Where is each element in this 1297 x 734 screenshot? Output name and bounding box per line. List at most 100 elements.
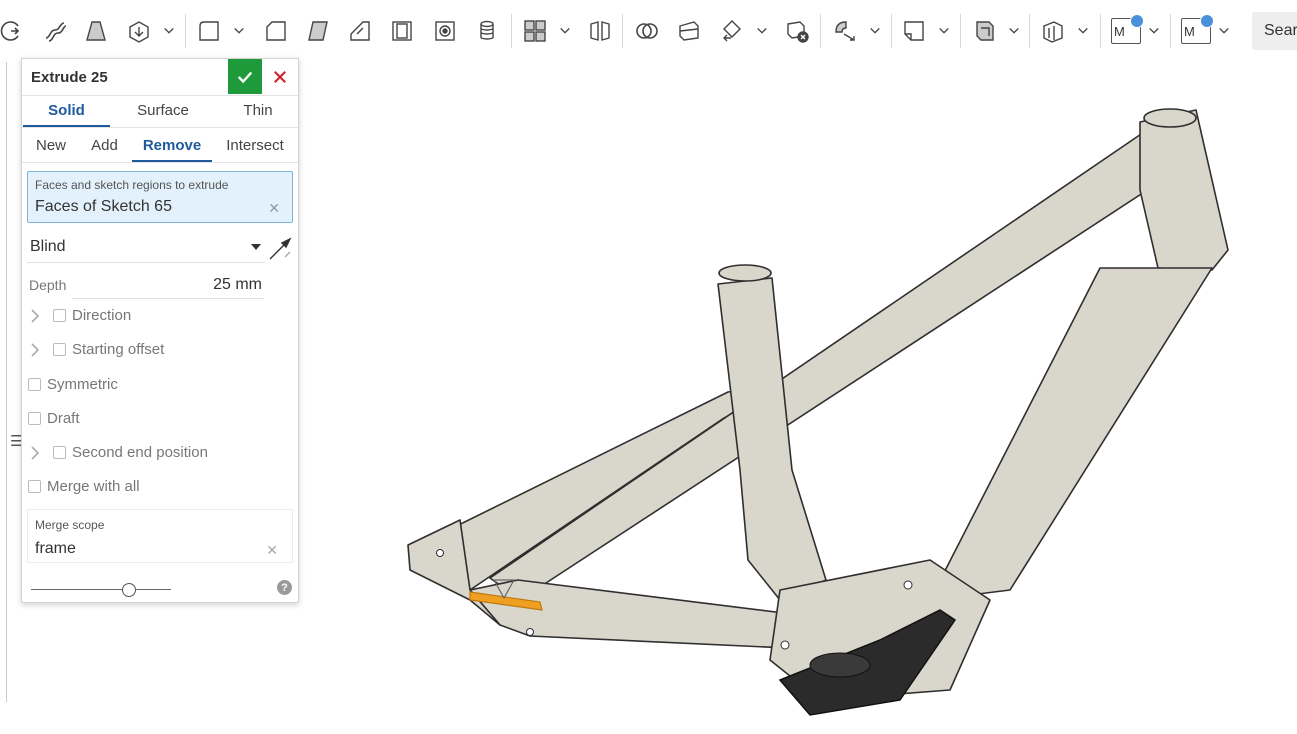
help-icon[interactable]: ? xyxy=(277,580,292,595)
symmetric-checkbox[interactable] xyxy=(28,378,41,391)
tab-remove[interactable]: Remove xyxy=(132,130,212,162)
detail-slider-thumb[interactable] xyxy=(122,583,136,597)
boolean-icon[interactable] xyxy=(632,16,662,46)
motor-bore xyxy=(809,652,871,678)
mirror-icon[interactable] xyxy=(585,16,615,46)
close-icon xyxy=(274,70,286,83)
thicken-icon[interactable] xyxy=(124,16,154,46)
starting-offset-label: Starting offset xyxy=(72,341,165,358)
rib-icon[interactable] xyxy=(345,16,375,46)
head-tube-top xyxy=(1143,108,1197,128)
second-end-option: Second end position xyxy=(22,440,298,466)
chamfer-icon[interactable] xyxy=(261,16,291,46)
merge-all-checkbox[interactable] xyxy=(28,480,41,493)
merge-scope-label: Merge scope xyxy=(35,518,105,532)
symmetric-label: Symmetric xyxy=(47,376,118,393)
cancel-button[interactable] xyxy=(267,59,293,94)
sweep-icon[interactable] xyxy=(40,16,70,46)
tab-thin[interactable]: Thin xyxy=(218,95,298,125)
toolbar-divider xyxy=(1100,14,1101,48)
chevron-down-icon[interactable] xyxy=(558,24,572,38)
chevron-down-icon[interactable] xyxy=(162,24,176,38)
graphics-viewport[interactable] xyxy=(300,62,1297,729)
chevron-right-icon[interactable] xyxy=(30,309,40,323)
custom-feature-label: M xyxy=(1114,23,1125,39)
clear-selection-icon[interactable]: ✕ xyxy=(268,200,280,217)
chevron-down-icon[interactable] xyxy=(868,24,882,38)
custom-feature-icon[interactable]: M xyxy=(1111,14,1144,44)
starting-offset-checkbox[interactable] xyxy=(53,343,66,356)
clear-selection-icon[interactable]: ✕ xyxy=(266,542,278,559)
seat-tube-top xyxy=(718,264,772,282)
custom-feature-icon[interactable]: M xyxy=(1181,14,1214,44)
extrude-dialog: Extrude 25 Solid Surface Thin New Add Re… xyxy=(21,58,299,603)
chevron-down-icon[interactable] xyxy=(1076,24,1090,38)
chevron-down-icon[interactable] xyxy=(755,24,769,38)
draft-icon[interactable] xyxy=(303,16,333,46)
faces-selection-field[interactable]: Faces and sketch regions to extrude Face… xyxy=(27,171,293,223)
left-rail xyxy=(6,62,7,702)
check-icon xyxy=(237,71,253,83)
faces-field-value: Faces of Sketch 65 xyxy=(35,198,172,215)
tab-surface[interactable]: Surface xyxy=(118,95,208,125)
search-tools-button[interactable]: Sear xyxy=(1252,12,1297,50)
merge-all-label: Merge with all xyxy=(47,478,140,495)
thread-icon[interactable] xyxy=(472,16,502,46)
tab-add[interactable]: Add xyxy=(82,130,127,160)
notification-dot xyxy=(1130,14,1144,28)
head-tube xyxy=(1139,109,1229,271)
flip-direction-icon[interactable] xyxy=(268,237,294,261)
bike-frame-model[interactable] xyxy=(300,62,1297,729)
end-type-value: Blind xyxy=(30,238,66,255)
draft-checkbox[interactable] xyxy=(28,412,41,425)
direction-checkbox[interactable] xyxy=(53,309,66,322)
chevron-down-icon[interactable] xyxy=(1217,24,1231,38)
depth-value: 25 mm xyxy=(213,276,262,293)
chevron-down-icon[interactable] xyxy=(232,24,246,38)
linear-pattern-icon[interactable] xyxy=(520,16,550,46)
plane-icon[interactable] xyxy=(899,16,929,46)
modify-fillet-icon[interactable] xyxy=(830,16,860,46)
detail-slider-track[interactable] xyxy=(31,589,171,590)
chevron-down-icon[interactable] xyxy=(1007,24,1021,38)
split-icon[interactable] xyxy=(674,16,704,46)
chevron-down-icon[interactable] xyxy=(1147,24,1161,38)
delete-part-icon[interactable] xyxy=(782,16,812,46)
chevron-right-icon[interactable] xyxy=(30,446,40,460)
toolbar-divider xyxy=(622,14,623,48)
custom-feature-label: M xyxy=(1184,23,1195,39)
starting-offset-option: Starting offset xyxy=(22,337,298,363)
tab-new[interactable]: New xyxy=(26,130,76,160)
draft-label: Draft xyxy=(47,410,80,427)
operation-tabs: New Add Remove Intersect xyxy=(22,130,298,163)
tab-solid[interactable]: Solid xyxy=(23,95,110,127)
second-end-checkbox[interactable] xyxy=(53,446,66,459)
transform-icon[interactable] xyxy=(717,16,747,46)
end-type-select[interactable]: Blind xyxy=(27,233,265,263)
toolbar-divider xyxy=(960,14,961,48)
depth-input[interactable]: 25 mm xyxy=(72,271,264,299)
chevron-right-icon[interactable] xyxy=(30,343,40,357)
tab-intersect[interactable]: Intersect xyxy=(218,130,292,160)
direction-option: Direction xyxy=(22,303,298,329)
depth-label: Depth xyxy=(29,277,67,293)
dialog-header: Extrude 25 xyxy=(22,59,298,96)
faces-field-label: Faces and sketch regions to extrude xyxy=(35,178,229,192)
loft-icon[interactable] xyxy=(81,16,111,46)
sheet-metal-icon[interactable] xyxy=(969,16,999,46)
frame-icon[interactable] xyxy=(1038,16,1068,46)
hole-icon[interactable] xyxy=(430,16,460,46)
merge-all-option: Merge with all xyxy=(22,474,298,500)
accept-button[interactable] xyxy=(228,59,262,94)
shell-icon[interactable] xyxy=(387,16,417,46)
bolt-hole xyxy=(903,580,913,590)
merge-scope-field[interactable]: Merge scope frame ✕ xyxy=(27,509,293,563)
draft-option: Draft xyxy=(22,406,298,432)
revolve-icon[interactable] xyxy=(0,16,26,46)
chevron-down-icon[interactable] xyxy=(937,24,951,38)
down-tube xyxy=(929,267,1213,601)
fillet-icon[interactable] xyxy=(194,16,224,46)
bolt-hole xyxy=(526,628,534,636)
dialog-title: Extrude 25 xyxy=(31,69,108,86)
symmetric-option: Symmetric xyxy=(22,372,298,398)
